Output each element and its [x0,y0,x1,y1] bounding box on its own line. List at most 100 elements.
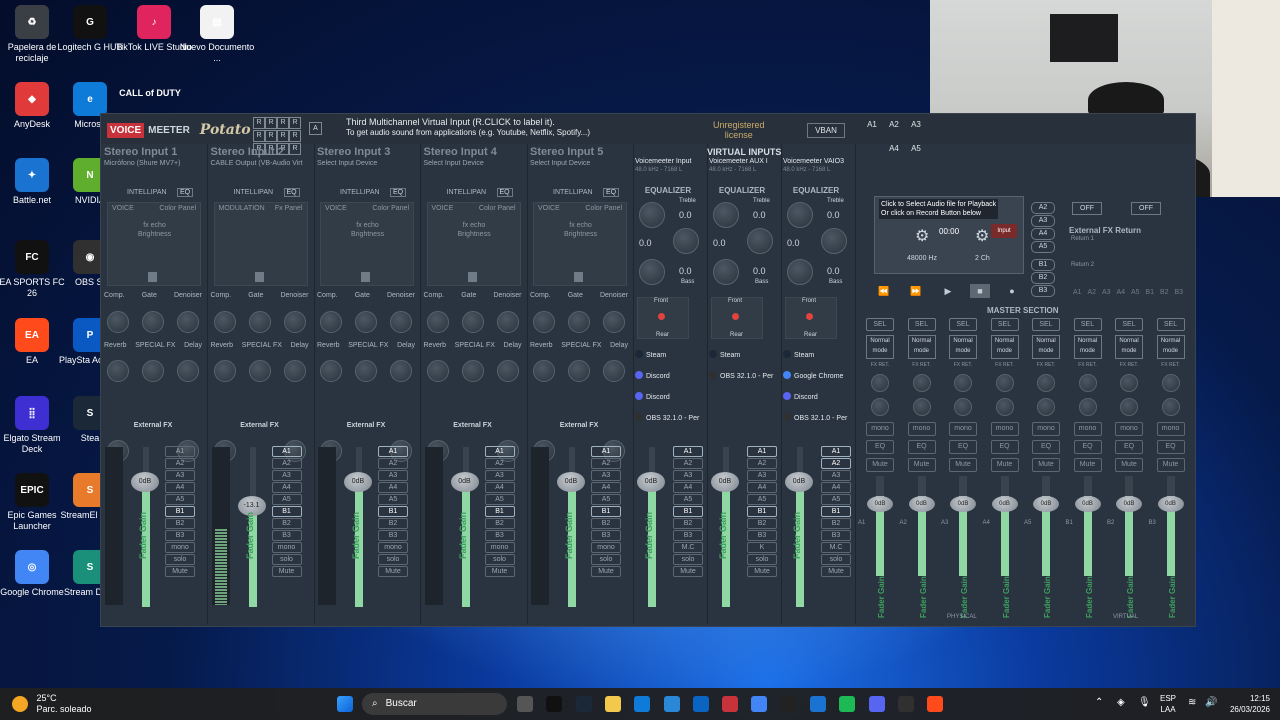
network-icon[interactable]: ◈ [1117,697,1125,708]
comp-knob[interactable] [320,311,342,333]
denoiser-knob[interactable] [177,311,199,333]
pad-cursor[interactable] [254,272,264,282]
mono-button[interactable]: mono [1156,422,1185,436]
bus-button-a4[interactable]: A4 [165,482,195,493]
normal-mode-button[interactable]: Normal mode [1156,335,1185,359]
fader-knob[interactable]: 0dB [1033,496,1059,512]
eq-button[interactable]: EQ [603,188,620,197]
sel-button[interactable]: SEL [1115,318,1143,331]
surround-pan[interactable]: Front Rear [637,297,689,339]
strip-name[interactable]: Stereo Input 4 [424,146,497,158]
pad-cursor[interactable] [361,272,370,282]
voicemeeter-icon[interactable] [722,696,739,712]
mute-button[interactable]: Mute [673,566,703,577]
bus-button-a5[interactable]: A5 [747,494,777,505]
mono-button[interactable]: mono [907,422,936,436]
denoiser-knob[interactable] [496,311,519,333]
fx-return-knob[interactable] [1120,374,1138,392]
fx-return-knob[interactable] [871,398,889,416]
eq-knob[interactable] [787,202,813,228]
delay-knob[interactable] [177,360,199,382]
reverb-knob[interactable] [107,360,129,382]
bus-button-b2[interactable]: B2 [747,518,777,529]
solo-button[interactable]: solo [821,554,851,565]
strip-device[interactable]: Select Input Device [317,160,377,167]
outlook-icon[interactable] [692,696,709,712]
sample-rate[interactable]: 48000 Hz [907,255,937,262]
fx-return-knob[interactable] [995,374,1014,392]
solo-button[interactable]: solo [673,554,703,565]
reverb-knob[interactable] [320,360,342,382]
bus-button-b3[interactable]: B3 [271,530,302,541]
bus-button-b3[interactable]: B3 [673,530,703,541]
mute-button[interactable]: Mute [591,566,621,577]
solo-button[interactable]: solo [271,554,302,565]
special-knob[interactable] [461,360,484,382]
bus-button-b1[interactable]: B1 [821,506,851,517]
fx-return-knob[interactable] [1037,398,1055,416]
delay-knob[interactable] [603,360,625,382]
eq-button[interactable]: EQ [949,440,977,454]
normal-mode-button[interactable]: Normal mode [1073,335,1102,359]
bus-button-b3[interactable]: B3 [591,530,621,541]
fader-knob[interactable]: 0dB [711,472,739,492]
mute-button[interactable]: Mute [165,566,195,577]
bus-button-a3[interactable]: A3 [747,470,777,481]
special-knob[interactable] [142,360,164,382]
app-route[interactable]: Discord [635,371,670,380]
bus-button-b1[interactable]: B1 [747,506,777,517]
mute-button[interactable]: Mute [1073,458,1102,472]
fader-knob[interactable]: 0dB [1074,496,1101,512]
voicemeeter-logo[interactable]: VOICE MEETER Potato [107,122,251,138]
bus-button-a4[interactable]: A4 [673,482,703,493]
fader-knob[interactable]: 0dB [1116,496,1142,512]
sel-button[interactable]: SEL [990,318,1019,331]
top-bus-button[interactable]: A5 [907,144,925,153]
reverb-knob[interactable] [533,360,555,382]
virtual-strip-name[interactable]: Voicemeeter Input [635,158,691,165]
bus-button-a3[interactable]: A3 [821,470,851,481]
r-button[interactable]: R [277,130,289,142]
recorder-bus-b2[interactable]: B2 [1031,272,1055,284]
mono-button[interactable]: mono [1115,422,1143,436]
microphone-icon[interactable]: 🎙 [1138,697,1151,708]
fx-return-knob[interactable] [912,374,931,392]
bus-button-a1[interactable]: A1 [591,446,621,457]
sel-button[interactable]: SEL [1073,318,1102,331]
delay-knob[interactable] [283,360,306,382]
comp-knob[interactable] [213,311,236,333]
denoiser-knob[interactable] [603,311,625,333]
master-fader[interactable]: 0dB [1157,476,1184,576]
vban-button[interactable]: VBAN [807,123,845,138]
netflix-icon[interactable] [546,696,563,712]
bus-button-a2[interactable]: A2 [378,458,408,469]
mc-button[interactable]: M.C [821,542,851,553]
bus-button-a3[interactable]: A3 [484,470,515,481]
intellipan-pad[interactable]: VOICE Color Panel fx echo Brightness [107,202,201,286]
solo-button[interactable]: solo [165,554,195,565]
mute-button[interactable]: Mute [1032,458,1060,472]
bus-button-a3[interactable]: A3 [378,470,408,481]
bus-button-a1[interactable]: A1 [165,446,195,457]
master-fader[interactable]: 0dB [867,476,893,576]
fader-knob[interactable]: 0dB [344,472,372,493]
pad-cursor[interactable] [148,272,157,282]
fader-knob[interactable]: 0dB [867,496,893,512]
bus-button-a2[interactable]: A2 [271,458,302,469]
normal-mode-button[interactable]: Normal mode [990,335,1019,359]
mute-button[interactable]: Mute [866,458,894,472]
top-bus-button[interactable]: A1 [863,120,881,129]
special-knob[interactable] [248,360,271,382]
solo-button[interactable]: solo [747,554,777,565]
master-fader[interactable]: 0dB [950,476,976,576]
fx-return-knob[interactable] [995,398,1014,416]
eq-knob[interactable] [639,202,665,228]
file-explorer-icon[interactable] [604,696,621,712]
eq-button[interactable]: EQ [866,440,894,454]
fader-knob[interactable]: 0dB [131,472,159,493]
edge-icon[interactable] [634,696,651,712]
wifi-icon[interactable]: ≋ [1188,697,1196,708]
mono-button[interactable]: mono [165,542,195,553]
input-button[interactable]: Input [991,224,1017,238]
return-bus-a4[interactable]: A4 [1117,289,1126,296]
